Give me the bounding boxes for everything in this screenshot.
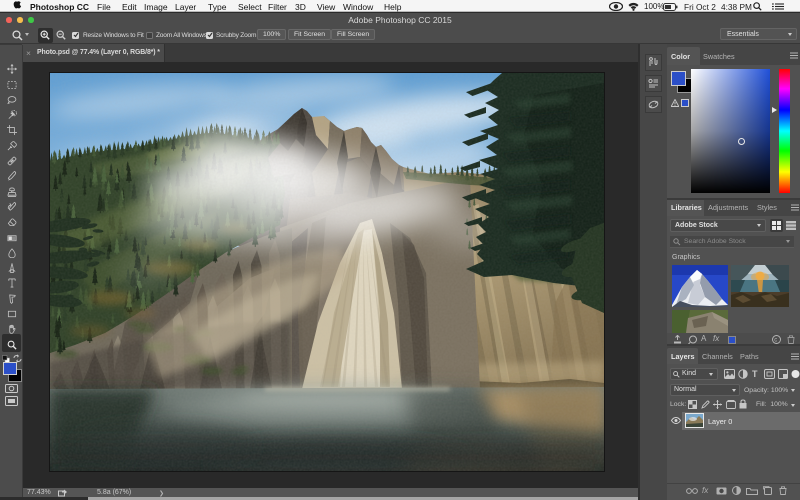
svg-text:c: c (774, 338, 777, 344)
